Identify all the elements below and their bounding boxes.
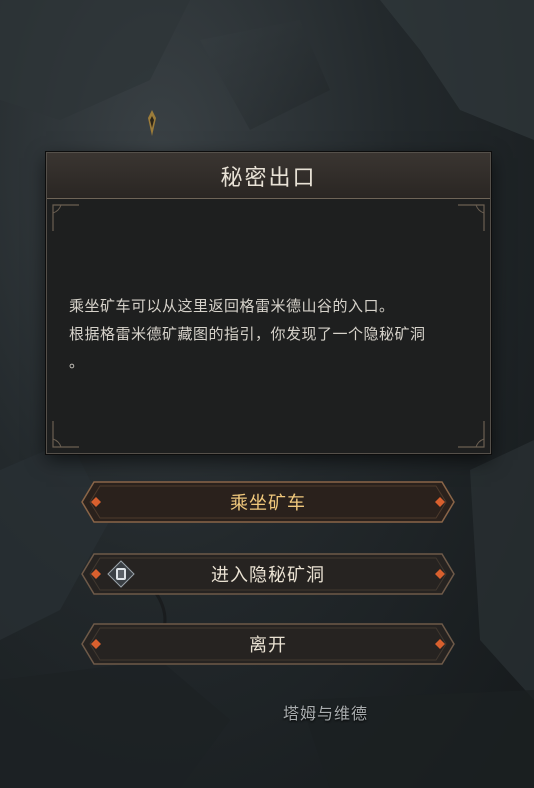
body-line: 根据格雷米德矿藏图的指引，你发现了一个隐秘矿洞 [69,325,426,343]
corner-ornament-icon [52,421,79,448]
option-label: 离开 [249,635,287,656]
leave-button[interactable]: 离开 [80,621,456,667]
ride-minecart-button[interactable]: 乘坐矿车 [80,479,456,525]
event-dialog: 秘密出口 乘坐矿车可以从这里返回格雷米德山谷的入口。 根据格雷米德矿藏图的指引，… [46,152,491,454]
map-scroll-icon [107,560,135,588]
option-label: 乘坐矿车 [230,493,306,514]
body-line: 乘坐矿车可以从这里返回格雷米德山谷的入口。 [69,297,395,315]
corner-ornament-icon [458,421,485,448]
corner-ornament-icon [458,204,485,231]
dialog-body-text: 乘坐矿车可以从这里返回格雷米德山谷的入口。 根据格雷米德矿藏图的指引，你发现了一… [69,292,474,376]
map-location-label[interactable]: 塔姆与维德 [283,700,368,724]
body-line: 。 [69,353,85,371]
enter-hidden-mine-button[interactable]: 进入隐秘矿洞 [80,551,456,597]
corner-ornament-icon [52,204,79,231]
option-label: 进入隐秘矿洞 [211,565,325,586]
dialog-header: 秘密出口 [47,153,490,199]
dialog-title: 秘密出口 [220,165,317,191]
map-waypoint-icon[interactable] [143,110,161,136]
